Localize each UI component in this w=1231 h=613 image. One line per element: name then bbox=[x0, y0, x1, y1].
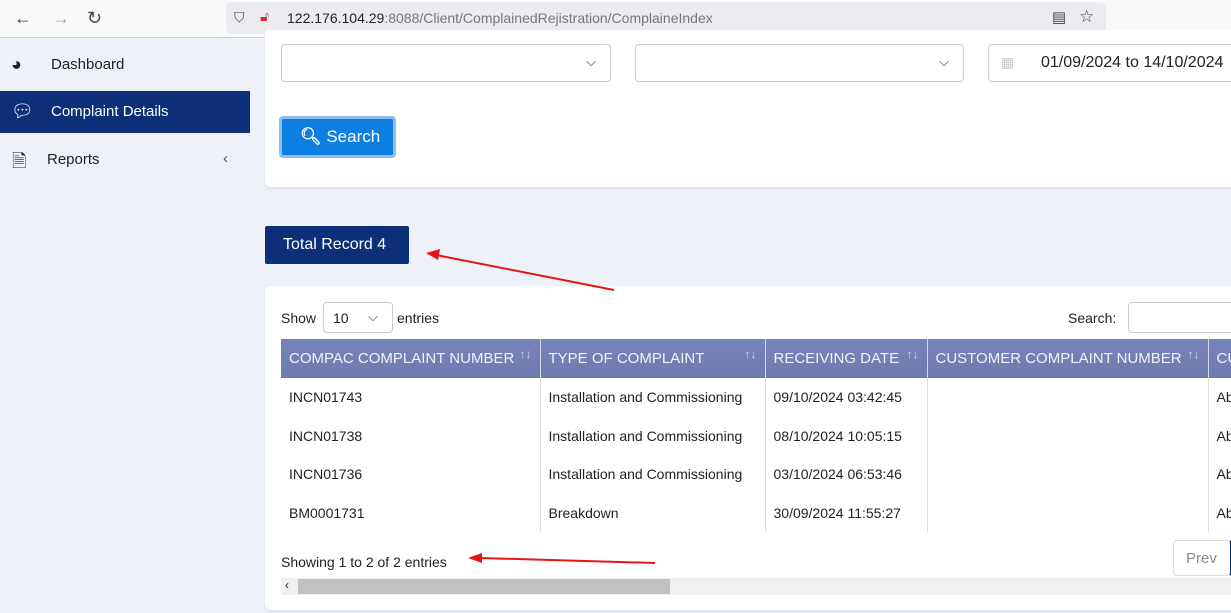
annotation-arrow bbox=[479, 557, 656, 564]
annotation-arrows bbox=[426, 249, 656, 564]
annotation-arrowhead bbox=[426, 249, 440, 260]
annotation-arrowhead bbox=[468, 553, 482, 563]
annotation-arrow bbox=[435, 254, 615, 291]
